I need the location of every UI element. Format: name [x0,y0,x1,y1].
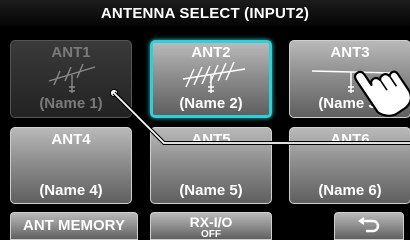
ant5-label: (Name 5) [179,182,243,199]
ant4-button[interactable]: ANT4 (Name 4) [10,127,132,204]
ant-memory-button[interactable]: ANT MEMORY [10,212,138,240]
rx-io-label: RX-I/O [189,214,233,230]
ant5-button[interactable]: ANT5 (Name 5) [150,127,272,204]
ant4-label: (Name 4) [39,182,103,199]
ant1-button[interactable]: ANT1 (Name 1) [10,40,132,118]
screen-title: ANTENNA SELECT (INPUT2) [100,4,310,22]
ant3-label: (Name 3) [318,95,382,112]
return-arrow-icon [358,217,380,233]
ant1-label: (Name 1) [39,95,103,112]
ant6-name: ANT6 [330,131,370,148]
dipole-antenna-icon [311,70,391,93]
ant2-button[interactable]: ANT2 (Name 2) [150,40,272,118]
title-bar: ANTENNA SELECT (INPUT2) [0,0,410,26]
ant6-label: (Name 6) [318,182,382,199]
ant2-label: (Name 2) [179,95,243,112]
yagi-antenna-icon [48,63,96,93]
rx-io-button[interactable]: RX-I/O OFF [150,212,272,240]
ant5-name: ANT5 [191,131,231,148]
back-button[interactable] [334,212,404,240]
ant6-button[interactable]: ANT6 (Name 6) [289,127,410,204]
multi-element-yagi-icon [182,61,246,93]
callout-overlay [109,70,410,145]
ant4-name: ANT4 [51,131,91,148]
ant3-button[interactable]: ANT3 (Name 3) [289,40,410,118]
rx-io-value: OFF [201,229,221,240]
